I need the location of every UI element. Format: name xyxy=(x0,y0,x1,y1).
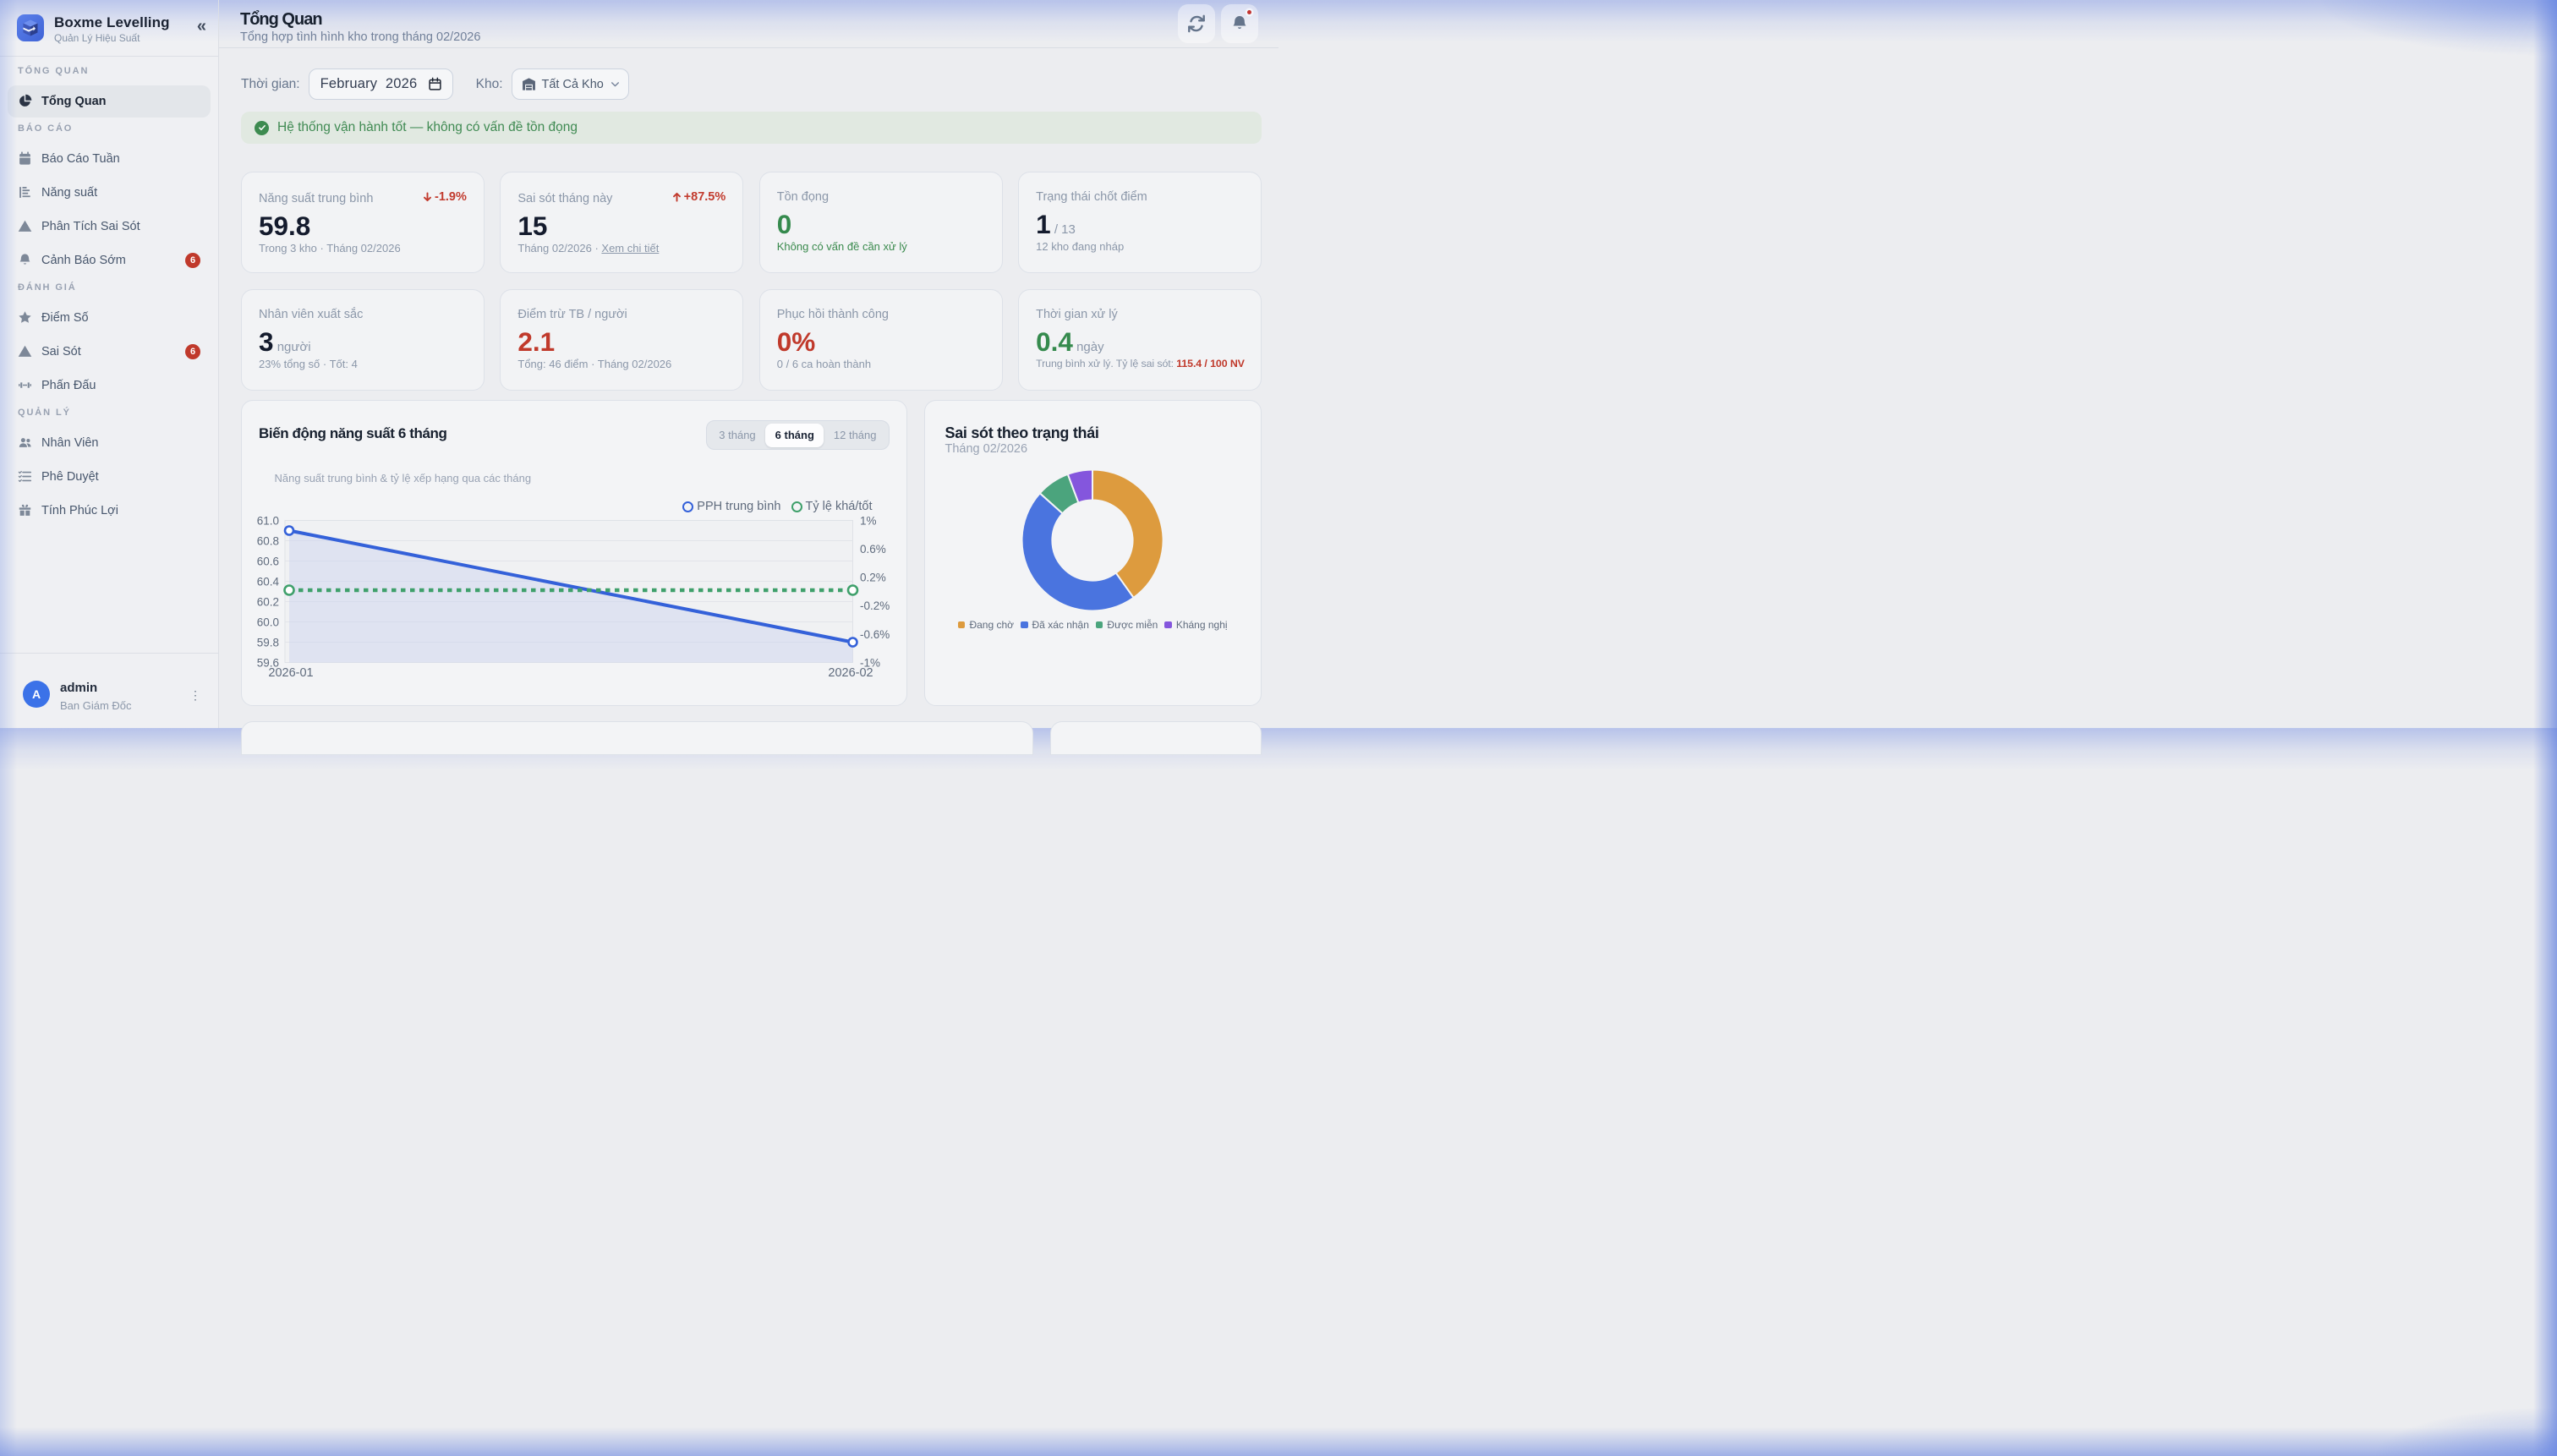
svg-text:1%: 1% xyxy=(860,515,877,528)
svg-text:0.2%: 0.2% xyxy=(860,572,886,584)
svg-text:61.0: 61.0 xyxy=(257,515,279,528)
svg-text:2026-01: 2026-01 xyxy=(268,666,313,680)
svg-text:60.4: 60.4 xyxy=(257,576,280,588)
svg-text:59.8: 59.8 xyxy=(257,637,279,649)
svg-text:0.6%: 0.6% xyxy=(860,543,886,556)
svg-text:60.8: 60.8 xyxy=(257,535,279,548)
svg-text:60.2: 60.2 xyxy=(257,596,279,609)
svg-text:2026-02: 2026-02 xyxy=(828,666,873,680)
svg-text:-0.6%: -0.6% xyxy=(860,628,890,641)
svg-text:-0.2%: -0.2% xyxy=(860,599,890,612)
svg-text:60.0: 60.0 xyxy=(257,616,279,629)
svg-text:60.6: 60.6 xyxy=(257,556,279,568)
